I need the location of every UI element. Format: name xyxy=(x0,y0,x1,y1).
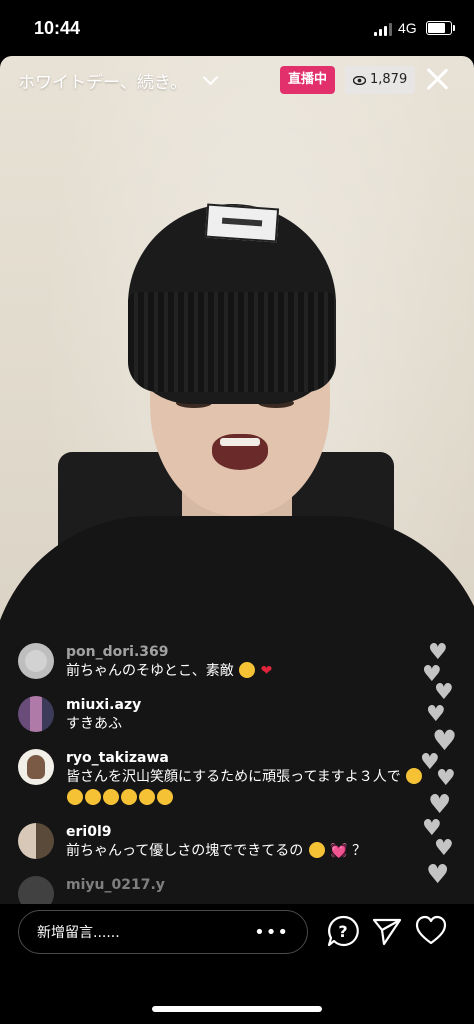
comment-placeholder: 新增留言...... xyxy=(37,925,120,941)
send-icon[interactable] xyxy=(370,914,404,948)
sad-face-icon xyxy=(308,842,325,858)
pink-heart-icon: 💓 xyxy=(330,843,348,859)
comment-item: miuxi.azy すきあふ xyxy=(18,696,428,735)
comment-list: pon_dori.369 前ちゃんのそゆとこ、素敵 ❤ miuxi.azy すき… xyxy=(18,643,428,926)
comment-username[interactable]: pon_dori.369 xyxy=(66,643,428,661)
comment-text: 前ちゃんのそゆとこ、素敵 ❤ xyxy=(66,662,273,679)
network-type: 4G xyxy=(398,20,417,36)
comment-username[interactable]: miyu_0217.y xyxy=(66,876,428,894)
comment-username[interactable]: eri0l9 xyxy=(66,823,428,841)
beanie-tag xyxy=(204,203,280,243)
viewer-count-badge[interactable]: 1,879 xyxy=(345,66,416,94)
live-title-text: ホワイトデー、続き。 xyxy=(18,73,187,93)
comment-username[interactable]: miuxi.azy xyxy=(66,696,428,714)
comment-text: 前ちゃんって優しさの塊でできてるの 💓 ？ xyxy=(66,842,367,859)
eye-icon xyxy=(353,75,366,85)
live-title[interactable]: ホワイトデー、続き。 xyxy=(18,68,219,93)
pleading-face-icon xyxy=(239,662,256,678)
comment-text: 皆さんを沢山笑顔にするために頑張ってますよ３人で xyxy=(66,767,428,809)
comment-text: すきあふ xyxy=(66,716,122,732)
avatar[interactable] xyxy=(18,749,54,785)
comment-item: pon_dori.369 前ちゃんのそゆとこ、素敵 ❤ xyxy=(18,643,428,682)
avatar[interactable] xyxy=(18,696,54,732)
home-indicator xyxy=(152,1006,322,1012)
red-heart-icon: ❤ xyxy=(260,663,273,679)
bottom-bar: 新增留言...... ••• ? xyxy=(0,904,474,1024)
chevron-down-icon xyxy=(202,69,219,86)
comment-item: ryo_takizawa 皆さんを沢山笑顔にするために頑張ってますよ３人で xyxy=(18,749,428,809)
battery-icon xyxy=(426,21,455,35)
more-options-icon[interactable]: ••• xyxy=(254,922,289,943)
avatar[interactable] xyxy=(18,643,54,679)
question-icon[interactable]: ? xyxy=(326,914,360,948)
signal-icon xyxy=(374,22,394,36)
comment-input[interactable]: 新增留言...... ••• xyxy=(18,910,308,954)
comment-item: eri0l9 前ちゃんって優しさの塊でできてるの 💓 ？ xyxy=(18,823,428,862)
status-time: 10:44 xyxy=(34,18,81,38)
avatar[interactable] xyxy=(18,823,54,859)
live-badge: 直播中 xyxy=(280,66,336,94)
status-bar: 10:44 4G xyxy=(0,0,474,56)
svg-text:?: ? xyxy=(338,922,347,941)
heart-icon[interactable] xyxy=(414,914,448,948)
comment-username[interactable]: ryo_takizawa xyxy=(66,749,428,767)
close-icon[interactable] xyxy=(424,66,450,92)
viewer-count: 1,879 xyxy=(370,72,408,87)
